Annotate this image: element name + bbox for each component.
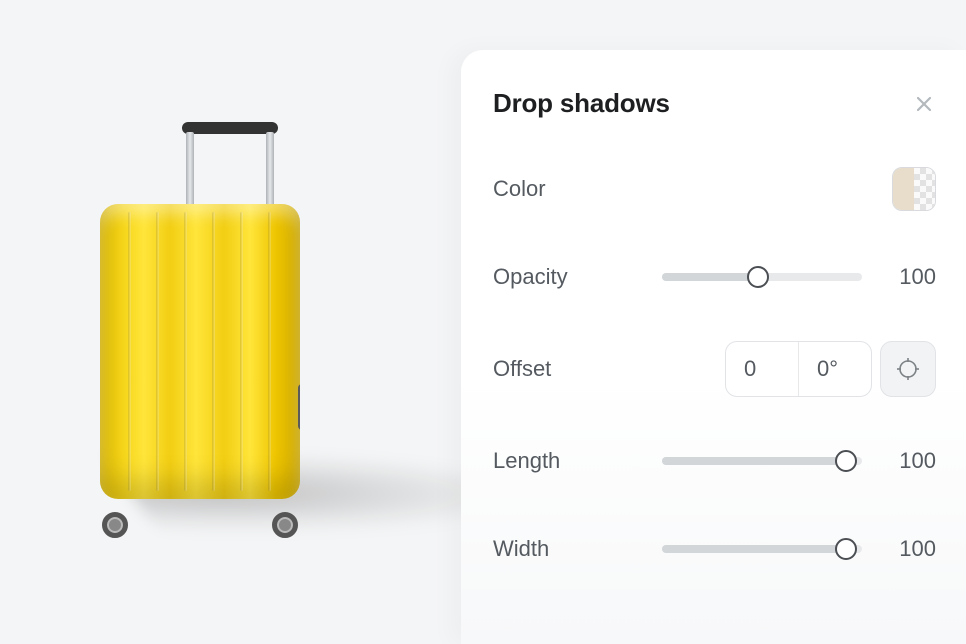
product-preview [100, 122, 360, 542]
close-icon[interactable] [912, 92, 936, 116]
width-label: Width [493, 536, 549, 562]
width-slider[interactable] [662, 536, 862, 562]
drop-shadows-panel: Drop shadows Color Opacity 100 Offset [461, 50, 966, 644]
suitcase-handle-rod [266, 132, 274, 208]
suitcase-handle-rod [186, 132, 194, 208]
length-value: 100 [890, 448, 936, 474]
color-swatch-transparency-icon [914, 168, 935, 210]
width-slider-thumb[interactable] [835, 538, 857, 560]
crosshair-icon [896, 357, 920, 381]
offset-distance-input[interactable]: 0 [726, 342, 798, 396]
length-slider-thumb[interactable] [835, 450, 857, 472]
color-label: Color [493, 176, 546, 202]
suitcase-wheel [268, 508, 302, 542]
opacity-label: Opacity [493, 264, 568, 290]
width-row: Width 100 [493, 525, 936, 573]
offset-row: Offset 0 0° [493, 341, 936, 397]
suitcase-body [100, 204, 300, 499]
length-row: Length 100 [493, 437, 936, 485]
opacity-value: 100 [890, 264, 936, 290]
length-label: Length [493, 448, 560, 474]
suitcase-wheel [98, 508, 132, 542]
suitcase-handle-bar [182, 122, 278, 134]
offset-inputs: 0 0° [725, 341, 872, 397]
offset-label: Offset [493, 356, 551, 382]
opacity-row: Opacity 100 [493, 253, 936, 301]
width-value: 100 [890, 536, 936, 562]
length-slider[interactable] [662, 448, 862, 474]
suitcase-side-handle [298, 384, 300, 430]
color-swatch-solid [893, 168, 914, 210]
opacity-slider[interactable] [662, 264, 862, 290]
panel-header: Drop shadows [493, 88, 936, 119]
color-swatch[interactable] [892, 167, 936, 211]
panel-title: Drop shadows [493, 88, 670, 119]
color-row: Color [493, 165, 936, 213]
offset-target-button[interactable] [880, 341, 936, 397]
opacity-slider-thumb[interactable] [747, 266, 769, 288]
offset-angle-input[interactable]: 0° [799, 342, 871, 396]
